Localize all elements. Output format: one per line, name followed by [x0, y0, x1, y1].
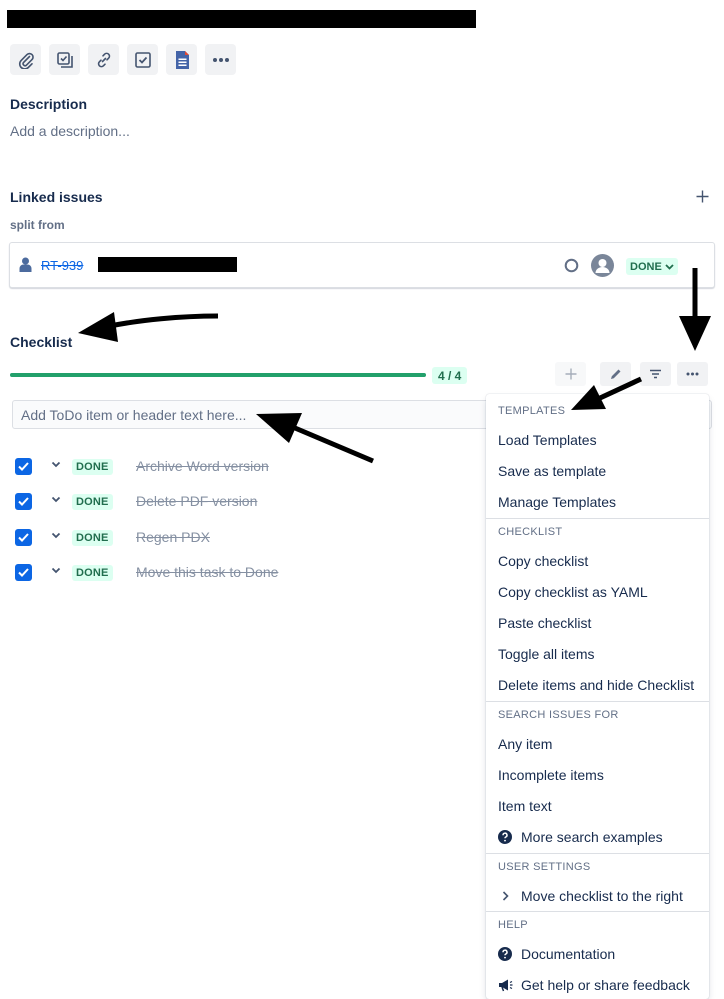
checklist-progress-track — [10, 373, 426, 377]
checkbox-checked[interactable] — [15, 458, 32, 475]
description-title: Description — [10, 96, 88, 112]
menu-item-manage-templates[interactable]: Manage Templates — [498, 494, 616, 510]
link-icon — [97, 52, 110, 67]
menu-heading-user-settings: USER SETTINGS — [498, 861, 591, 873]
checklist-edit-button[interactable] — [600, 362, 631, 386]
check-icon — [18, 462, 29, 471]
item-text: Regen PDX — [136, 529, 210, 545]
checklist-item[interactable]: DONE Archive Word version — [0, 455, 480, 479]
item-text: Move this task to Done — [136, 564, 279, 580]
checkbox-checked[interactable] — [15, 529, 32, 546]
menu-heading-search: SEARCH ISSUES FOR — [498, 709, 619, 721]
item-text: Archive Word version — [136, 458, 269, 474]
checkbox-checked[interactable] — [15, 493, 32, 510]
item-text: Delete PDF version — [136, 493, 258, 509]
menu-item-save-template[interactable]: Save as template — [498, 463, 606, 479]
child-issues-button[interactable] — [49, 44, 80, 75]
add-link-icon[interactable] — [696, 190, 709, 203]
menu-heading-help: HELP — [498, 919, 528, 931]
linked-issues-title: Linked issues — [10, 189, 103, 205]
document-button[interactable] — [166, 44, 197, 75]
question-icon — [498, 947, 512, 961]
menu-item-get-help[interactable]: Get help or share feedback — [521, 977, 690, 993]
child-issues-icon — [56, 51, 73, 68]
chevron-down-icon — [665, 263, 674, 270]
menu-item-move-checklist-right[interactable]: Move checklist to the right — [521, 888, 683, 904]
filter-icon — [650, 369, 661, 379]
chevron-down-icon[interactable] — [51, 461, 61, 468]
checklist-button[interactable] — [127, 44, 158, 75]
checkbox-checked[interactable] — [15, 564, 32, 581]
checklist-more-menu: TEMPLATES Load Templates Save as templat… — [486, 394, 709, 999]
item-status-badge[interactable]: DONE — [72, 494, 113, 510]
checklist-item[interactable]: DONE Move this task to Done — [0, 561, 480, 585]
attachment-button[interactable] — [10, 44, 41, 75]
menu-heading-checklist: CHECKLIST — [498, 526, 563, 538]
checklist-icon — [134, 51, 151, 68]
menu-item-documentation[interactable]: Documentation — [521, 946, 615, 962]
menu-divider — [486, 853, 709, 854]
redacted-issue-title — [7, 10, 476, 28]
link-issue-button[interactable] — [88, 44, 119, 75]
menu-item-load-templates[interactable]: Load Templates — [498, 432, 597, 448]
checklist-filter-button[interactable] — [640, 362, 671, 386]
description-placeholder[interactable]: Add a description... — [10, 123, 130, 139]
checklist-progress-label: 4 / 4 — [432, 367, 468, 384]
check-icon — [18, 533, 29, 542]
checklist-title: Checklist — [10, 334, 73, 350]
menu-item-copy-yaml[interactable]: Copy checklist as YAML — [498, 584, 648, 600]
checklist-more-button[interactable] — [677, 362, 708, 386]
check-icon — [18, 497, 29, 506]
menu-item-delete-hide[interactable]: Delete items and hide Checklist — [498, 677, 694, 693]
menu-heading-templates: TEMPLATES — [498, 405, 566, 417]
menu-item-copy-checklist[interactable]: Copy checklist — [498, 553, 588, 569]
question-icon — [498, 830, 512, 844]
linked-issue-card[interactable]: RT-939 DONE — [9, 242, 715, 288]
user-icon — [19, 257, 32, 272]
menu-item-more-search-examples[interactable]: More search examples — [521, 829, 663, 845]
chevron-down-icon[interactable] — [51, 567, 61, 574]
chevron-down-icon[interactable] — [51, 532, 61, 539]
more-icon — [212, 57, 229, 62]
menu-item-paste-checklist[interactable]: Paste checklist — [498, 615, 591, 631]
menu-divider — [486, 518, 709, 519]
link-relation-label: split from — [10, 218, 65, 232]
item-status-badge[interactable]: DONE — [72, 530, 113, 546]
attachment-icon — [18, 52, 34, 69]
menu-divider — [486, 911, 709, 912]
megaphone-icon — [499, 979, 513, 992]
linked-issue-status-label: DONE — [630, 260, 662, 273]
checklist-item[interactable]: DONE Delete PDF version — [0, 490, 480, 514]
chevron-right-icon — [502, 891, 509, 901]
check-icon — [18, 568, 29, 577]
item-status-badge[interactable]: DONE — [72, 565, 113, 581]
more-actions-button[interactable] — [205, 44, 236, 75]
item-status-badge[interactable]: DONE — [72, 459, 113, 475]
document-icon — [175, 50, 189, 69]
more-icon — [686, 372, 699, 376]
avatar-icon — [591, 254, 614, 277]
chevron-down-icon[interactable] — [51, 496, 61, 503]
plus-icon — [565, 368, 576, 380]
priority-circle-icon — [564, 258, 579, 273]
menu-divider — [486, 701, 709, 702]
linked-issue-status[interactable]: DONE — [626, 258, 678, 275]
menu-item-item-text[interactable]: Item text — [498, 798, 552, 814]
checklist-item[interactable]: DONE Regen PDX — [0, 526, 480, 550]
menu-item-any-item[interactable]: Any item — [498, 736, 552, 752]
menu-item-incomplete-items[interactable]: Incomplete items — [498, 767, 604, 783]
menu-item-toggle-all[interactable]: Toggle all items — [498, 646, 595, 662]
annotation-arrow-checklist — [78, 312, 219, 342]
redacted-issue-summary — [98, 257, 237, 272]
checklist-add-button[interactable] — [555, 362, 586, 386]
checklist-progress-fill — [10, 373, 426, 377]
linked-issue-key[interactable]: RT-939 — [41, 258, 83, 273]
pencil-icon — [611, 369, 621, 379]
